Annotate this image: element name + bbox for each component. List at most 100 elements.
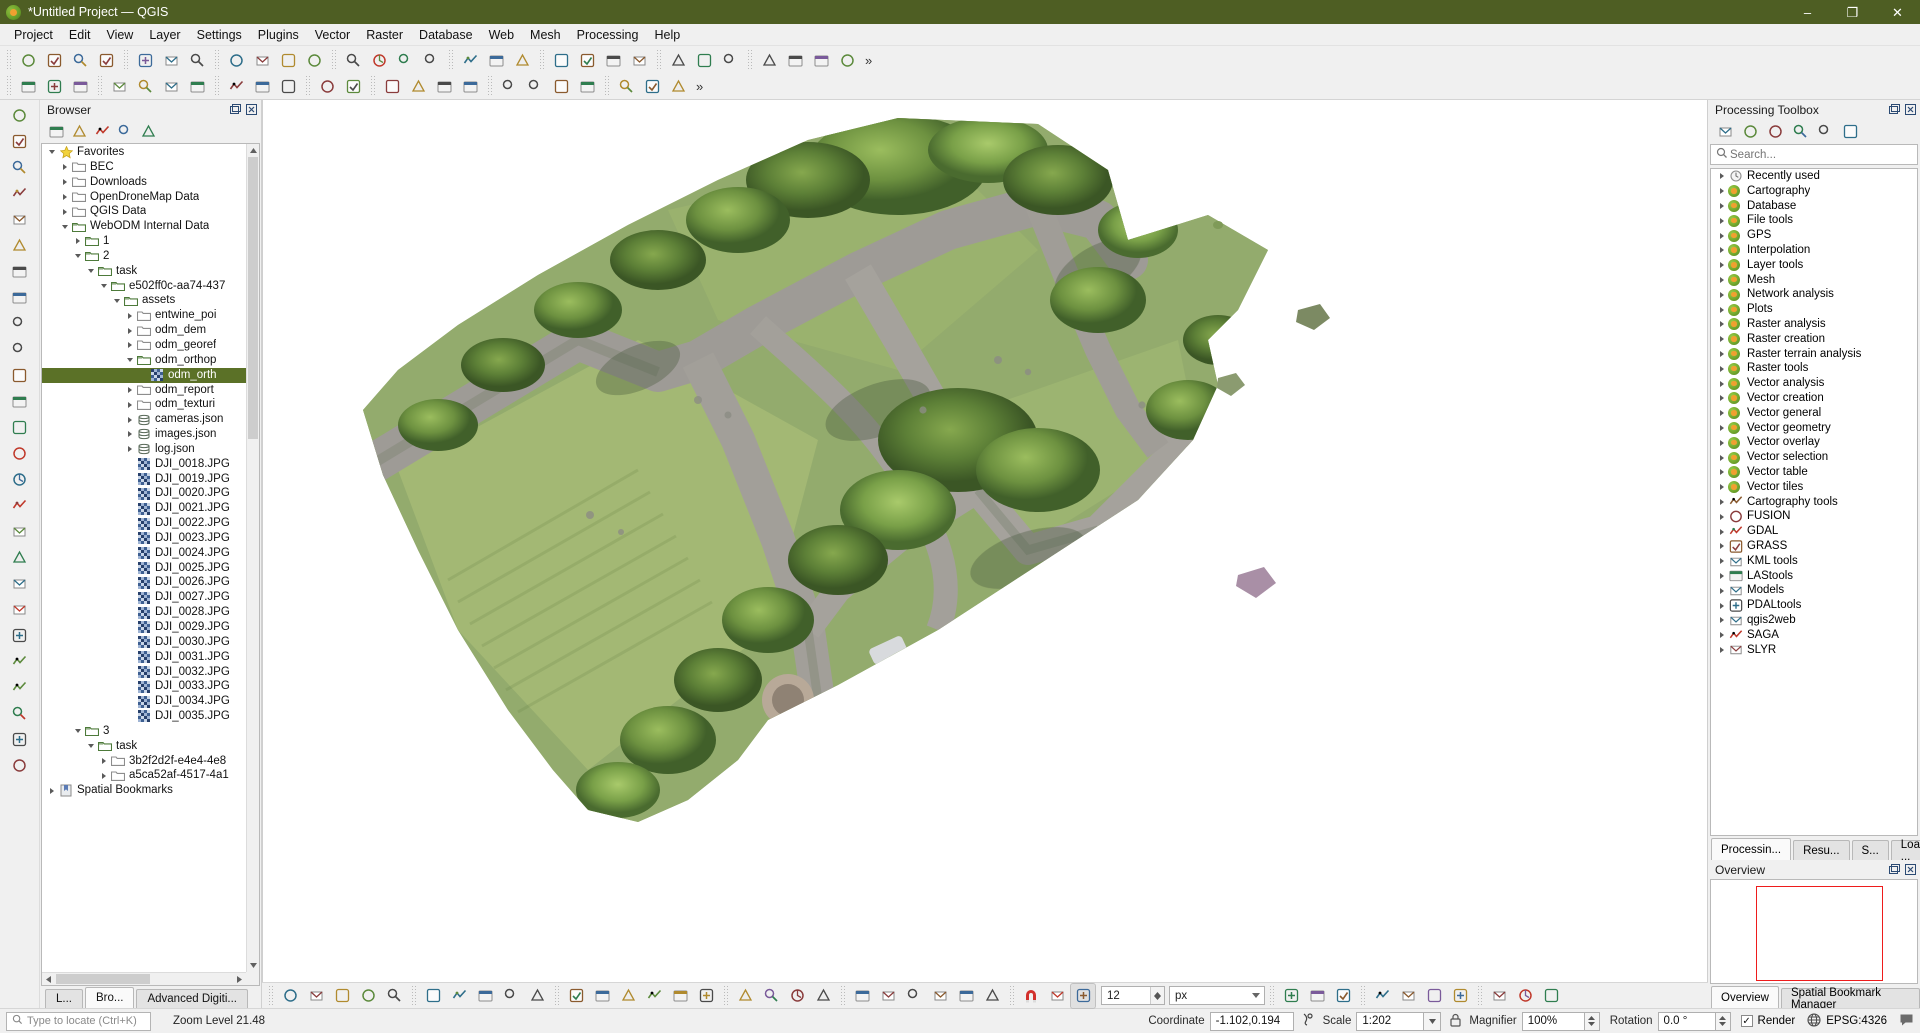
map-canvas[interactable] [262,100,1708,982]
pin-labels-icon[interactable] [1448,984,1472,1008]
sum-icon[interactable] [811,984,835,1008]
add-spatialite-layer-icon[interactable] [549,74,573,98]
layout-manager-icon[interactable] [159,48,183,72]
twisty-right-icon[interactable] [1715,584,1728,598]
rotation-stepper[interactable] [1715,1011,1731,1031]
globe-icon[interactable] [1807,1012,1821,1030]
float-icon[interactable] [1888,863,1901,876]
twisty-right-icon[interactable] [1715,421,1728,435]
browser-tree[interactable]: Favorites BEC Downloads OpenDroneMap Data QG… [42,144,246,972]
scroll-right-icon[interactable] [233,973,246,985]
open-attribute-table-icon[interactable] [627,48,651,72]
delete-selected-icon[interactable] [185,74,209,98]
label-toggle-icon[interactable] [954,984,978,1008]
rotate-label-icon[interactable] [1396,984,1420,1008]
tree-item[interactable]: odm_texturi [42,397,246,412]
select-by-expression-icon[interactable] [668,984,692,1008]
results-viewer-icon[interactable] [1791,122,1809,140]
add-arcgis-layer-icon[interactable] [8,727,32,751]
refresh-icon[interactable] [733,984,757,1008]
zoom-native-icon[interactable] [499,984,523,1008]
open-field-calculator-icon[interactable] [8,649,32,673]
new-shapefile-icon[interactable] [8,493,32,517]
twisty-right-icon[interactable] [1715,569,1728,583]
magnifier-stepper[interactable] [1584,1011,1600,1031]
twisty-right-icon[interactable] [1715,258,1728,272]
magnifier-field[interactable]: 100% [1521,1011,1585,1031]
add-delimited-text-layer-icon[interactable] [497,74,521,98]
show-layouts-icon[interactable] [185,48,209,72]
tree-item[interactable]: DJI_0031.JPG [42,650,246,665]
options-icon[interactable] [1841,122,1859,140]
collapse-all-icon[interactable] [116,122,134,140]
twisty-right-icon[interactable] [71,234,84,248]
tree-item-selected[interactable]: odm_orth [42,367,246,383]
tolerance-stepper[interactable] [1150,987,1164,1004]
menu-vector[interactable]: Vector [307,26,358,44]
zoom-out-icon[interactable] [302,48,326,72]
statistical-summary-icon[interactable] [835,48,859,72]
twisty-right-icon[interactable] [1715,229,1728,243]
models-icon[interactable] [1716,122,1734,140]
processing-group-item[interactable]: qgis2web [1711,613,1917,628]
menu-layer[interactable]: Layer [141,26,188,44]
tree-item[interactable]: BEC [42,160,246,175]
toolbar-grip[interactable] [213,76,220,96]
add-xyz-layer-icon[interactable] [8,701,32,725]
twisty-right-icon[interactable] [58,175,71,189]
tree-item[interactable]: odm_dem [42,323,246,338]
float-icon[interactable] [1888,103,1901,116]
move-label-icon[interactable] [1370,984,1394,1008]
georeferencer-icon[interactable] [8,181,32,205]
tree-item[interactable]: DJI_0035.JPG [42,709,246,724]
twisty-right-icon[interactable] [123,398,136,412]
add-annotation-layer-icon[interactable] [8,623,32,647]
change-label-icon[interactable] [1422,984,1446,1008]
add-vector-tile-icon[interactable] [8,467,32,491]
twisty-right-icon[interactable] [123,427,136,441]
zoom-to-selection-icon[interactable] [367,48,391,72]
twisty-right-icon[interactable] [1715,332,1728,346]
zoom-full-icon[interactable] [382,984,406,1008]
zoom-next-icon[interactable] [473,984,497,1008]
pan-map-icon[interactable] [224,48,248,72]
processing-group-item[interactable]: Vector tiles [1711,480,1917,495]
add-mesh-layer-icon[interactable] [458,74,482,98]
processing-group-item[interactable]: Vector creation [1711,391,1917,406]
menu-mesh[interactable]: Mesh [522,26,569,44]
crs-label[interactable]: EPSG:4326 [1826,1015,1887,1027]
tree-item[interactable]: DJI_0025.JPG [42,561,246,576]
scale-field[interactable]: 1:202 [1356,1011,1425,1031]
scroll-down-icon[interactable] [247,959,259,972]
identify-features-icon[interactable] [549,48,573,72]
toolbar-grip[interactable] [447,50,454,70]
close-icon[interactable] [245,103,258,116]
menu-plugins[interactable]: Plugins [250,26,307,44]
processing-group-item[interactable]: Raster creation [1711,332,1917,347]
tree-item[interactable]: DJI_0019.JPG [42,472,246,487]
toolbar-grip[interactable] [1268,985,1275,1006]
new-gpx-icon[interactable] [8,571,32,595]
copy-features-icon[interactable] [250,74,274,98]
processing-group-item[interactable]: Vector overlay [1711,435,1917,450]
tree-item[interactable]: DJI_0023.JPG [42,531,246,546]
zoom-in-icon[interactable] [276,48,300,72]
scroll-thumb[interactable] [248,157,258,439]
toolbar-grip[interactable] [5,76,12,96]
new-project-icon[interactable] [16,48,40,72]
toolbar-grip[interactable] [655,50,662,70]
twisty-right-icon[interactable] [123,324,136,338]
twisty-right-icon[interactable] [1715,273,1728,287]
twisty-right-icon[interactable] [1715,554,1728,568]
twisty-right-icon[interactable] [1715,377,1728,391]
add-mesh-layer-icon[interactable] [8,285,32,309]
toolbar-grip[interactable] [1359,985,1366,1006]
scroll-left-icon[interactable] [42,973,55,985]
text-annotation-icon[interactable] [692,48,716,72]
toolbar-grip[interactable] [553,985,560,1006]
add-wcs-layer-icon[interactable] [8,415,32,439]
new-virtual-layer-icon[interactable] [8,597,32,621]
locator-bar[interactable]: Type to locate (Ctrl+K) [6,1011,151,1031]
data-source-manager-icon[interactable] [380,74,404,98]
tree-item[interactable]: 3b2f2d2f-e4e4-4e8 [42,754,246,769]
